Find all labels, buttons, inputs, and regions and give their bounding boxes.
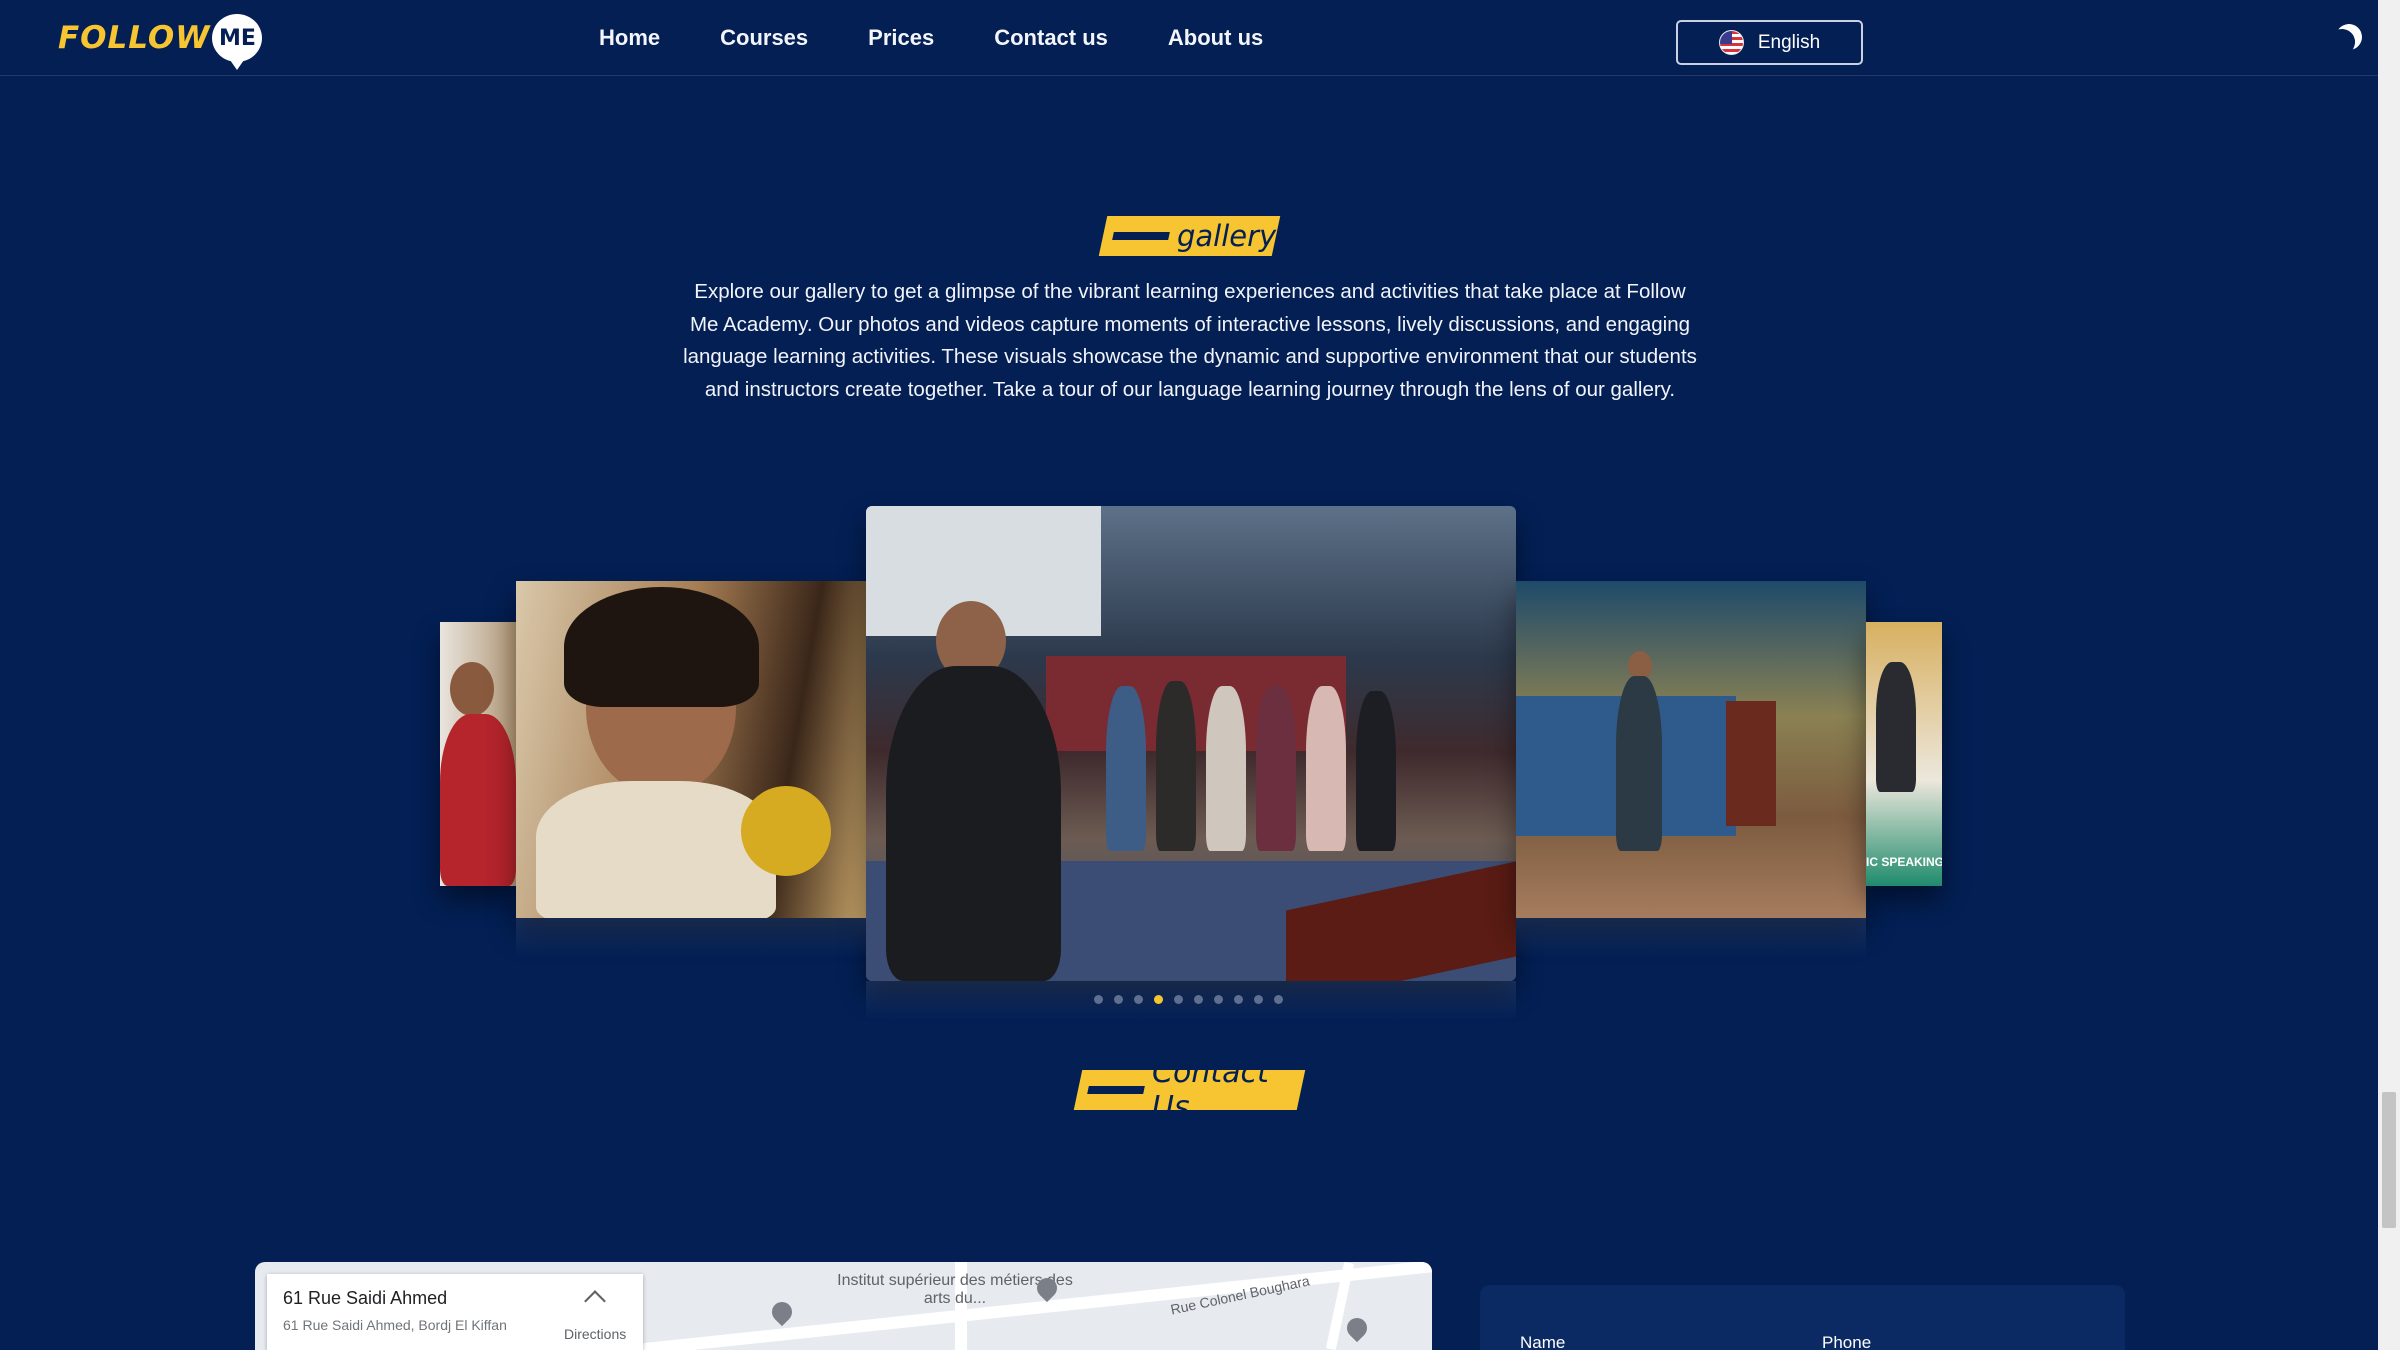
name-field-label: Name	[1520, 1333, 1566, 1350]
photo-person-body	[440, 714, 516, 886]
directions-button[interactable]: Directions	[564, 1326, 626, 1342]
slide-reflection	[516, 918, 866, 958]
logo-text: FOLLOW	[58, 20, 211, 56]
scrollbar-thumb[interactable]	[2382, 1092, 2396, 1228]
photo-microphone	[741, 786, 831, 876]
slide-reflection	[1516, 918, 1866, 958]
photo-student	[1356, 691, 1396, 851]
directions-icon[interactable]	[584, 1290, 606, 1312]
carousel-dot[interactable]	[1194, 995, 1203, 1004]
photo-student	[1306, 686, 1346, 851]
contact-title: Contact Us	[1152, 1055, 1269, 1125]
site-logo[interactable]: FOLLOW ME	[58, 12, 263, 70]
carousel-dot[interactable]	[1114, 995, 1123, 1004]
phone-field-label: Phone	[1822, 1333, 1872, 1350]
carousel-dot[interactable]	[1274, 995, 1283, 1004]
us-flag-icon	[1718, 30, 1744, 55]
contact-form: Name Phone	[1480, 1285, 2125, 1350]
location-map[interactable]: Institut supérieur des métiers des arts …	[255, 1262, 1432, 1350]
map-pin-icon[interactable]	[1342, 1313, 1372, 1343]
gallery-description: Explore our gallery to get a glimpse of …	[683, 280, 1697, 401]
carousel-pagination	[1094, 995, 1294, 1004]
carousel-dot[interactable]	[1254, 995, 1263, 1004]
logo-bubble-icon: ME	[212, 14, 263, 70]
nav-home[interactable]: Home	[599, 25, 660, 51]
gallery-slide[interactable]	[516, 581, 866, 918]
map-place-card: 61 Rue Saidi Ahmed 61 Rue Saidi Ahmed, B…	[267, 1274, 643, 1350]
carousel-dot[interactable]	[1234, 995, 1243, 1004]
map-pin-icon[interactable]	[767, 1297, 797, 1327]
gallery-slide-active[interactable]	[866, 506, 1516, 981]
photo-podium	[1726, 701, 1776, 826]
main-nav: Home Courses Prices Contact us About us	[599, 0, 1323, 76]
map-place-title: 61 Rue Saidi Ahmed	[283, 1288, 448, 1308]
page-scrollbar[interactable]	[2378, 0, 2400, 1350]
title-dash	[1112, 232, 1170, 240]
language-label: English	[1757, 31, 1821, 53]
gallery-slide[interactable]	[440, 622, 516, 886]
carousel-dot-active[interactable]	[1154, 995, 1163, 1004]
carousel-dot[interactable]	[1174, 995, 1183, 1004]
photo-person-body	[886, 666, 1061, 981]
photo-student	[1106, 686, 1146, 851]
photo-person	[450, 662, 494, 716]
gallery-slide[interactable]	[1516, 581, 1866, 918]
nav-prices[interactable]: Prices	[868, 25, 934, 51]
photo-headphones	[564, 587, 759, 707]
photo-person-body	[536, 781, 776, 918]
photo-caption: IC SPEAKING	[1866, 855, 1942, 869]
carousel-dot[interactable]	[1094, 995, 1103, 1004]
photo-person	[1876, 662, 1916, 792]
photo-student	[1256, 686, 1296, 851]
carousel-dot[interactable]	[1214, 995, 1223, 1004]
gallery-title-badge: gallery	[1098, 216, 1281, 256]
nav-about-us[interactable]: About us	[1168, 25, 1263, 51]
moon-icon[interactable]	[2333, 21, 2365, 53]
photo-student	[1206, 686, 1246, 851]
photo-person-body	[1616, 676, 1662, 851]
contact-title-badge: Contact Us	[1073, 1055, 1306, 1125]
photo-banner	[1046, 656, 1346, 751]
gallery-slide[interactable]: IC SPEAKING	[1866, 622, 1942, 886]
language-selector[interactable]: English	[1676, 20, 1863, 65]
top-navbar: FOLLOW ME Home Courses Prices Contact us…	[0, 0, 2378, 76]
nav-courses[interactable]: Courses	[720, 25, 808, 51]
carousel-dot[interactable]	[1134, 995, 1143, 1004]
photo-student	[1156, 681, 1196, 851]
gallery-title: gallery	[1176, 219, 1276, 253]
nav-contact-us[interactable]: Contact us	[994, 25, 1108, 51]
map-place-address: 61 Rue Saidi Ahmed, Bordj El Kiffan	[283, 1317, 507, 1333]
title-dash	[1087, 1086, 1146, 1094]
